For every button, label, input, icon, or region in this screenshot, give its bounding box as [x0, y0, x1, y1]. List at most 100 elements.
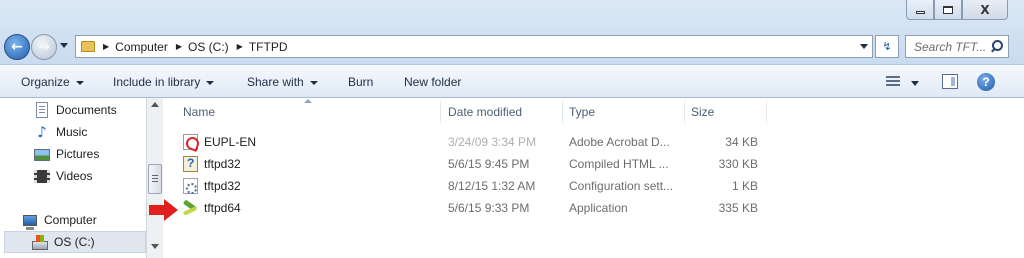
column-header-date-modified[interactable]: Date modified	[448, 98, 522, 125]
chevron-down-icon	[206, 80, 215, 85]
organize-label: Organize	[21, 75, 70, 89]
file-date: 5/6/15 9:45 PM	[448, 157, 530, 171]
maximize-button[interactable]	[934, 0, 962, 20]
address-bar[interactable]: ▶ Computer ▶ OS (C:) ▶ TFTPD	[75, 35, 873, 58]
minimize-icon	[915, 11, 925, 14]
file-size: 1 KB	[731, 179, 758, 193]
red-arrow-icon	[149, 199, 178, 221]
breadcrumb-separator[interactable]: ▶	[103, 42, 109, 51]
include-in-library-label: Include in library	[113, 75, 201, 89]
new-folder-button[interactable]: New folder	[404, 75, 461, 89]
drive-icon	[32, 234, 48, 250]
pictures-icon	[34, 149, 50, 161]
chevron-down-icon	[309, 80, 318, 85]
scroll-down-icon[interactable]	[151, 244, 159, 249]
back-arrow-icon: ←	[11, 39, 23, 55]
file-date: 5/6/15 9:33 PM	[448, 201, 530, 215]
breadcrumb-os-c[interactable]: OS (C:)	[188, 40, 229, 54]
file-type: Application	[569, 201, 628, 215]
file-list: Name Date modified Type Size EUPL-EN 3/2…	[164, 98, 1024, 258]
organize-menu[interactable]: Organize	[21, 75, 84, 89]
forward-button[interactable]: →	[31, 34, 57, 60]
column-divider[interactable]	[766, 101, 767, 123]
file-name: tftpd32	[204, 157, 241, 171]
refresh-button[interactable]: ↯	[875, 35, 899, 58]
navigation-scrollbar[interactable]	[146, 98, 163, 258]
preview-pane-icon[interactable]	[942, 74, 958, 89]
search-icon[interactable]	[989, 39, 1005, 55]
application-icon	[183, 200, 198, 216]
file-row[interactable]: tftpd32 5/6/15 9:45 PM Compiled HTML ...…	[164, 153, 1024, 175]
documents-icon	[36, 102, 48, 118]
videos-icon	[34, 169, 50, 183]
forward-arrow-icon: →	[38, 39, 50, 55]
address-dropdown-icon[interactable]	[860, 44, 868, 49]
column-header-type[interactable]: Type	[569, 98, 595, 125]
sidebar-item-os-c[interactable]: OS (C:)	[32, 232, 95, 252]
sidebar-item-label: Pictures	[56, 147, 100, 161]
minimize-button[interactable]	[906, 0, 934, 20]
file-size: 330 KB	[718, 157, 758, 171]
scroll-thumb[interactable]	[148, 164, 162, 194]
file-row[interactable]: tftpd64 5/6/15 9:33 PM Application 335 K…	[164, 197, 1024, 219]
column-header-name[interactable]: Name	[183, 98, 215, 125]
breadcrumb-computer[interactable]: Computer	[115, 40, 168, 54]
help-icon[interactable]: ?	[977, 73, 995, 91]
include-in-library-menu[interactable]: Include in library	[113, 75, 215, 89]
breadcrumb-separator[interactable]: ▶	[237, 42, 243, 51]
computer-icon	[23, 214, 37, 230]
scroll-up-icon[interactable]	[151, 102, 159, 107]
chevron-down-icon	[75, 80, 84, 85]
sidebar-item-documents[interactable]: Documents	[34, 100, 117, 120]
column-header-size[interactable]: Size	[691, 98, 714, 125]
search-input[interactable]: Search TFT...	[905, 35, 1009, 58]
config-file-icon	[183, 178, 198, 194]
folder-icon	[81, 41, 95, 52]
file-name: tftpd64	[204, 201, 241, 215]
close-icon: X	[980, 2, 990, 17]
sidebar-item-label: Documents	[56, 103, 117, 117]
burn-button[interactable]: Burn	[348, 75, 373, 89]
share-with-menu[interactable]: Share with	[247, 75, 318, 89]
file-size: 335 KB	[718, 201, 758, 215]
file-size: 34 KB	[725, 135, 758, 149]
view-dropdown-icon[interactable]	[911, 81, 919, 86]
sidebar-item-computer[interactable]: Computer	[22, 210, 97, 230]
file-name: tftpd32	[204, 179, 241, 193]
view-options-icon[interactable]	[886, 76, 900, 88]
maximize-icon	[943, 5, 953, 14]
sidebar-item-label: OS (C:)	[54, 235, 95, 249]
column-divider[interactable]	[684, 101, 685, 123]
sidebar-item-pictures[interactable]: Pictures	[34, 144, 99, 164]
back-button[interactable]: ←	[4, 34, 30, 60]
file-date: 3/24/09 3:34 PM	[448, 135, 537, 149]
sidebar-item-label: Videos	[56, 169, 93, 183]
column-divider[interactable]	[562, 101, 563, 123]
breadcrumb-tftpd[interactable]: TFTPD	[249, 40, 288, 54]
sidebar-item-videos[interactable]: Videos	[34, 166, 92, 186]
file-row[interactable]: tftpd32 8/12/15 1:32 AM Configuration se…	[164, 175, 1024, 197]
music-icon: ♪	[37, 123, 47, 141]
chm-help-icon	[183, 156, 198, 172]
sidebar-item-label: Music	[56, 125, 88, 139]
sort-ascending-icon	[304, 99, 312, 103]
navigation-pane: Documents ♪ Music Pictures Videos Comput…	[0, 98, 146, 258]
refresh-icon: ↯	[882, 40, 892, 53]
sidebar-item-label: Computer	[44, 213, 97, 227]
pdf-icon	[183, 134, 198, 150]
close-button[interactable]: X	[962, 0, 1008, 20]
file-name: EUPL-EN	[204, 135, 257, 149]
search-placeholder: Search TFT...	[914, 39, 987, 54]
file-row[interactable]: EUPL-EN 3/24/09 3:34 PM Adobe Acrobat D.…	[164, 131, 1024, 153]
file-date: 8/12/15 1:32 AM	[448, 179, 536, 193]
column-divider[interactable]	[440, 101, 441, 123]
file-type: Adobe Acrobat D...	[569, 135, 670, 149]
share-with-label: Share with	[247, 75, 304, 89]
file-type: Configuration sett...	[569, 179, 674, 193]
command-toolbar: Organize Include in library Share with B…	[0, 64, 1024, 98]
breadcrumb-separator[interactable]: ▶	[176, 42, 182, 51]
window-controls: X	[906, 0, 1008, 20]
recent-pages-dropdown[interactable]	[60, 43, 68, 48]
sidebar-item-music[interactable]: ♪ Music	[34, 122, 87, 142]
file-type: Compiled HTML ...	[569, 157, 669, 171]
